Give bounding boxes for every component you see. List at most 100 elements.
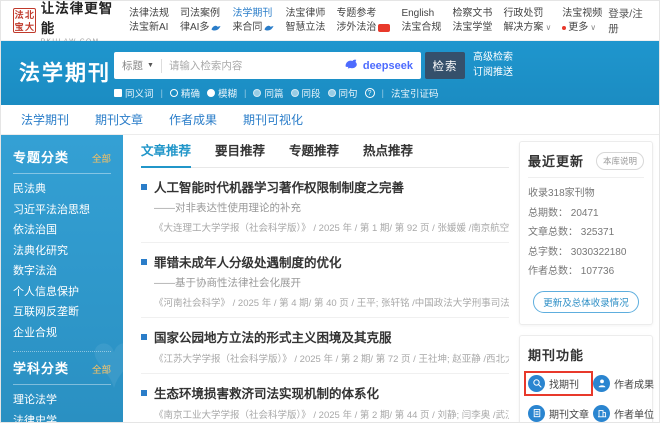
bird-icon (264, 24, 274, 32)
search-box: 标题 ▼ deepseek (114, 52, 421, 79)
function-org[interactable]: 作者单位 (593, 405, 654, 422)
option-radio-dim[interactable]: 同句 (328, 86, 358, 100)
sidebar-item[interactable]: 法律史学 (13, 411, 111, 423)
article-title-link[interactable]: 罪错未成年人分级处遇制度的优化 (141, 252, 509, 271)
recommend-tab-2[interactable]: 专题推荐 (289, 135, 339, 168)
option-radio-dim[interactable]: 同篇 (253, 86, 283, 100)
stats-list: 收录318家刊物总期数： 20471文章总数： 325371总字数： 30303… (528, 184, 644, 282)
option-radio[interactable]: 精确 (170, 86, 200, 100)
update-overview-button[interactable]: 更新及总体收录情况 (533, 291, 639, 313)
nav-link-top[interactable]: 专题参考 (336, 7, 390, 21)
nav-link-bottom[interactable]: 解决方案∨ (503, 21, 551, 35)
function-journal-search[interactable]: 找期刊 (528, 375, 589, 392)
divider: | (161, 88, 163, 99)
article-meta: 《江苏大学学报（社会科学版）》 / 2025 年 / 第 2 期/ 第 72 页… (154, 351, 509, 365)
nav-link-bottom[interactable]: 法宝合规 (401, 21, 441, 35)
nav-link-top[interactable]: 法学期刊 (232, 7, 274, 21)
help-icon: ? (365, 88, 375, 98)
divider (161, 59, 162, 73)
nav-link-top[interactable]: English (401, 7, 441, 21)
function-author[interactable]: 作者成果 (593, 375, 654, 392)
sidebar-section-header: 专题分类 全部 (13, 147, 111, 166)
seal-logo-icon: 法北宝大 (13, 8, 36, 33)
sidebar-item[interactable]: 个人信息保护 (13, 282, 111, 303)
nav-link-bottom-label: 法宝新AI (129, 21, 168, 35)
main-content: 文章推荐要目推荐专题推荐热点推荐 人工智能时代机器学习著作权限制制度之完善——对… (123, 135, 515, 423)
subscribe-push-link[interactable]: 订阅推送 (473, 65, 513, 80)
pkulaw-logo[interactable]: 法北宝大 让法律更智能 PKULAW.COM (13, 0, 119, 45)
nav-link-bottom-label: 更多 (568, 21, 588, 35)
nav-link-bottom-label: 来合同 (232, 21, 262, 35)
sidebar-item[interactable]: 依法治国 (13, 220, 111, 241)
article-meta: 《南京工业大学学报（社会科学版）》 / 2025 年 / 第 2 期/ 第 44… (154, 407, 509, 421)
nav-link-bottom[interactable]: 法宝学堂 (452, 21, 492, 35)
nav-link-top[interactable]: 司法案例 (180, 7, 221, 21)
option-label: 同段 (302, 86, 321, 100)
nav-link-top[interactable]: 法律法规 (129, 7, 169, 21)
search-button[interactable]: 检索 (425, 52, 465, 79)
article-item: 国家公园地方立法的形式主义困境及其克服《江苏大学学报（社会科学版）》 / 202… (141, 318, 509, 374)
sidebar-item[interactable]: 民法典 (13, 179, 111, 200)
login-register-link[interactable]: 登录/注册 (608, 6, 649, 36)
nav-link-bottom[interactable]: 律AI多 (180, 21, 221, 35)
article-title-link[interactable]: 生态环境损害救济司法实现机制的体系化 (141, 383, 509, 402)
nav-link-top[interactable]: 行政处罚 (503, 7, 551, 21)
nav-link-bottom[interactable]: 来合同 (232, 21, 274, 35)
article-title-link[interactable]: 国家公园地方立法的形式主义困境及其克服 (141, 327, 509, 346)
bird-icon (211, 24, 221, 32)
nav-link-bottom-label: 法宝学堂 (452, 21, 492, 35)
option-help[interactable]: ? (365, 88, 375, 98)
nav-link-bottom[interactable]: 智慧立法 (285, 21, 325, 35)
article-title-link[interactable]: 人工智能时代机器学习著作权限制制度之完善 (141, 177, 509, 196)
radio-icon (170, 89, 178, 97)
page-tab-0[interactable]: 法学期刊 (21, 111, 69, 128)
function-article[interactable]: 期刊文章 (528, 405, 589, 422)
nav-item-0: 法律法规法宝新AI (129, 7, 169, 35)
article-title: 国家公园地方立法的形式主义困境及其克服 (154, 327, 392, 346)
library-info-button[interactable]: 本库说明 (596, 152, 644, 170)
divider (13, 173, 111, 174)
sidebar-item[interactable]: 习近平法治思想 (13, 200, 111, 221)
nav-link-bottom-label: 涉外法治 (336, 21, 376, 35)
seal-char: 宝 (14, 21, 24, 33)
checkbox-icon (114, 89, 122, 97)
radio-dim-icon (253, 89, 261, 97)
logo-slogan: 让法律更智能 (41, 0, 119, 37)
option-link[interactable]: 法宝引证码 (391, 86, 439, 100)
page-tab-3[interactable]: 期刊可视化 (243, 111, 303, 128)
sidebar-section-title: 专题分类 (13, 147, 69, 166)
page-tab-1[interactable]: 期刊文章 (95, 111, 143, 128)
nav-item-6: 检察文书法宝学堂 (452, 7, 492, 35)
sidebar-section-title: 学科分类 (13, 358, 69, 377)
org-icon (593, 405, 610, 422)
nav-link-bottom[interactable]: 更多∨ (562, 21, 602, 35)
option-checkbox[interactable]: 同义词 (114, 86, 154, 100)
page-tab-2[interactable]: 作者成果 (169, 111, 217, 128)
nav-link-bottom[interactable]: 涉外法治 (336, 21, 390, 35)
search-options-row: 同义词|精确模糊|同篇同段同句?|法宝引证码 (114, 86, 439, 100)
sidebar-item[interactable]: 法典化研究 (13, 241, 111, 262)
bullet-icon (141, 184, 147, 190)
option-radio-dim[interactable]: 同段 (291, 86, 321, 100)
sidebar-all-link[interactable]: 全部 (92, 151, 111, 165)
nav-item-1: 司法案例律AI多 (180, 7, 221, 35)
option-radio-filled[interactable]: 模糊 (207, 86, 237, 100)
journal-functions-card: 期刊功能 找期刊作者成果期刊文章作者单位可视化订阅推送 (519, 335, 653, 423)
recommend-tab-3[interactable]: 热点推荐 (363, 135, 413, 168)
nav-link-top[interactable]: 法宝律师 (285, 7, 325, 21)
nav-link-top[interactable]: 检察文书 (452, 7, 492, 21)
search-input[interactable] (169, 60, 344, 72)
recommend-tab-1[interactable]: 要目推荐 (215, 135, 265, 168)
sidebar-item[interactable]: 数字法治 (13, 261, 111, 282)
deepseek-toggle[interactable]: deepseek (344, 58, 413, 73)
stat-line: 收录318家刊物 (528, 184, 644, 204)
advanced-search-link[interactable]: 高级检索 (473, 50, 513, 65)
search-field-dropdown[interactable]: 标题 ▼ (122, 58, 154, 73)
recommend-tab-0[interactable]: 文章推荐 (141, 135, 191, 168)
seal-char: 法 (14, 9, 24, 21)
option-label: 同篇 (264, 86, 283, 100)
function-label: 作者成果 (614, 376, 654, 391)
nav-link-top[interactable]: 法宝视频 (562, 7, 602, 21)
divider: | (244, 88, 246, 99)
nav-link-bottom[interactable]: 法宝新AI (129, 21, 169, 35)
